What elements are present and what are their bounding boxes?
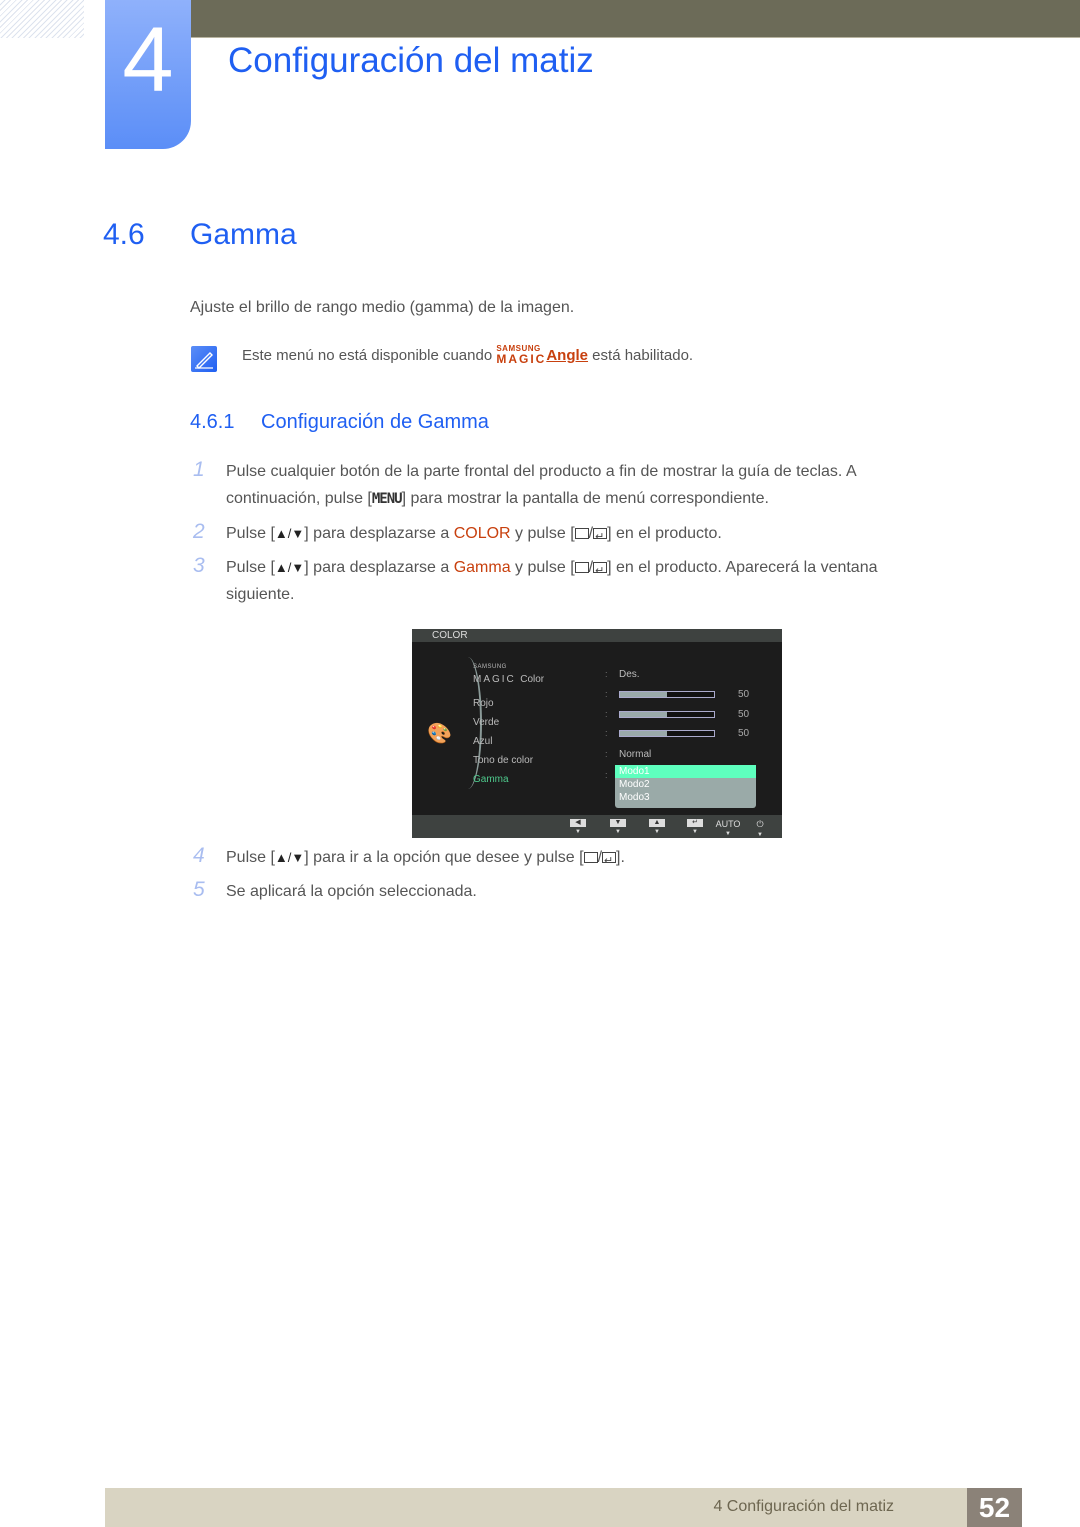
step-part: ] en el producto. Aparecerá la ventana (607, 559, 878, 576)
palette-icon: 🎨 (427, 723, 452, 745)
step-1-line2: continuación, pulse [MENU] para mostrar … (226, 485, 986, 513)
up-down-arrows-icon: ▲/▼ (274, 526, 305, 541)
osd-value-azul: 50 (738, 728, 750, 739)
step-part: ] para ir a la opción que desee y pulse … (304, 849, 584, 866)
section-title: Gamma (190, 218, 297, 251)
step-part: Pulse [ (226, 559, 275, 576)
osd-brand-bottom: MAGIC (473, 674, 516, 685)
footer-chapter-text: 4 Configuración del matiz (713, 1498, 894, 1515)
step-2-text: Pulse [▲/▼] para desplazarse a COLOR y p… (226, 520, 986, 551)
enter-key-icon[interactable]: ↵ ▼ (687, 819, 703, 835)
osd-gamma-dropdown[interactable]: Modo1 Modo2 Modo3 (615, 765, 756, 808)
osd-magic-label: Color (520, 674, 545, 685)
samsung-magic-logo: SAMSUNG MAGIC (496, 345, 547, 366)
step-number: 2 (193, 520, 205, 543)
osd-magic-color-label: SAMSUNG MAGIC Color (473, 664, 544, 686)
step-1-line1: Pulse cualquier botón de la parte fronta… (226, 463, 857, 480)
osd-option-modo1[interactable]: Modo1 (615, 765, 756, 778)
step-5-text: Se aplicará la opción seleccionada. (226, 883, 477, 900)
step-part: y pulse [ (510, 525, 575, 542)
slider-fill (620, 692, 667, 697)
enter-button-icon (593, 524, 608, 551)
step-1-part: ] para mostrar la pantalla de menú corre… (401, 490, 769, 507)
up-down-arrows-icon: ▲/▼ (274, 560, 305, 575)
step-part: y pulse [ (510, 559, 575, 576)
osd-option-modo2[interactable]: Modo2 (615, 778, 756, 791)
slider-fill (620, 712, 667, 717)
step-number: 5 (193, 878, 205, 901)
osd-title: COLOR (412, 629, 782, 642)
osd-item-rojo[interactable]: Rojo (473, 698, 494, 709)
chapter-number: 4 (122, 9, 174, 111)
step-part: Pulse [ (226, 849, 275, 866)
osd-item-azul[interactable]: Azul (473, 736, 492, 747)
header-bar (190, 0, 1080, 38)
down-arrow-key-icon[interactable]: ▼ ▼ (610, 819, 626, 835)
step-part: ] en el producto. (607, 525, 722, 542)
osd-item-gamma[interactable]: Gamma (473, 774, 509, 785)
osd-colon: : (605, 728, 608, 738)
step-part: ]. (616, 849, 625, 866)
osd-value-rojo: 50 (738, 689, 750, 700)
highlight-gamma: Gamma (453, 559, 511, 576)
note-text: Este menú no está disponible cuando SAMS… (242, 345, 694, 366)
step-number: 4 (193, 844, 205, 867)
note-text-after: está habilitado. (588, 347, 694, 364)
up-arrow-key-icon[interactable]: ▲ ▼ (649, 819, 665, 835)
step-part: ] para desplazarse a (304, 525, 454, 542)
note-text-before: Este menú no está disponible cuando (242, 347, 497, 364)
osd-colon: : (605, 709, 608, 719)
menu-key-icon: MENU (371, 491, 403, 507)
step-number: 3 (193, 554, 205, 577)
slider-fill (620, 731, 667, 736)
step-4-text: Pulse [▲/▼] para ir a la opción que dese… (226, 844, 986, 875)
osd-item-verde[interactable]: Verde (473, 717, 499, 728)
subsection-number: 4.6.1 (190, 411, 235, 433)
osd-key-guide: ◀ ▼ ▼ ▼ ▲ ▼ ↵ ▼ AUTO ▼ ⏻ ▼ (412, 815, 782, 838)
page-number: 52 (967, 1488, 1022, 1527)
osd-colon: : (605, 669, 608, 679)
step-3-text: Pulse [▲/▼] para desplazarse a Gamma y p… (226, 554, 986, 608)
section-number: 4.6 (103, 218, 145, 251)
osd-slider-azul[interactable] (619, 730, 715, 737)
step-1-text: Pulse cualquier botón de la parte fronta… (226, 458, 986, 513)
auto-label: AUTO (715, 819, 741, 829)
osd-magic-value: Des. (619, 669, 640, 680)
osd-menu-screenshot: COLOR 🎨 SAMSUNG MAGIC Color Rojo Verde Az… (412, 629, 782, 838)
step-part: siguiente. (226, 586, 295, 603)
osd-slider-verde[interactable] (619, 711, 715, 718)
auto-key[interactable]: AUTO ▼ (715, 819, 741, 837)
magic-angle-link[interactable]: Angle (546, 347, 588, 364)
osd-slider-rojo[interactable] (619, 691, 715, 698)
source-button-icon (574, 562, 589, 573)
chapter-badge: 4 (105, 0, 191, 149)
step-1-part: continuación, pulse [ (226, 490, 372, 507)
highlight-color: COLOR (453, 525, 511, 542)
up-down-arrows-icon: ▲/▼ (274, 850, 305, 865)
enter-button-icon (593, 558, 608, 585)
note-pencil-icon (191, 346, 217, 372)
osd-colon: : (605, 749, 608, 759)
page-footer: 4 Configuración del matiz 52 (105, 1488, 1022, 1527)
step-number: 1 (193, 458, 205, 481)
osd-colon: : (605, 689, 608, 699)
step-part: Pulse [ (226, 525, 275, 542)
osd-brand-top: SAMSUNG (473, 664, 507, 670)
brand-bottom: MAGIC (496, 352, 547, 366)
source-button-icon (574, 528, 589, 539)
chapter-title: Configuración del matiz (228, 41, 594, 80)
enter-button-icon (602, 848, 617, 875)
section-intro: Ajuste el brillo de rango medio (gamma) … (190, 299, 575, 316)
left-arrow-key-icon[interactable]: ◀ ▼ (570, 819, 586, 835)
osd-colon: : (605, 770, 608, 780)
osd-item-tono[interactable]: Tono de color (473, 755, 533, 766)
osd-tone-value: Normal (619, 749, 652, 760)
step-part: ] para desplazarse a (304, 559, 454, 576)
source-button-icon (583, 852, 598, 863)
subsection-title: Configuración de Gamma (261, 411, 489, 433)
power-key-icon[interactable]: ⏻ ▼ (752, 819, 768, 838)
header-hatch-decoration (0, 0, 84, 38)
osd-option-modo3[interactable]: Modo3 (615, 791, 756, 804)
osd-value-verde: 50 (738, 709, 750, 720)
